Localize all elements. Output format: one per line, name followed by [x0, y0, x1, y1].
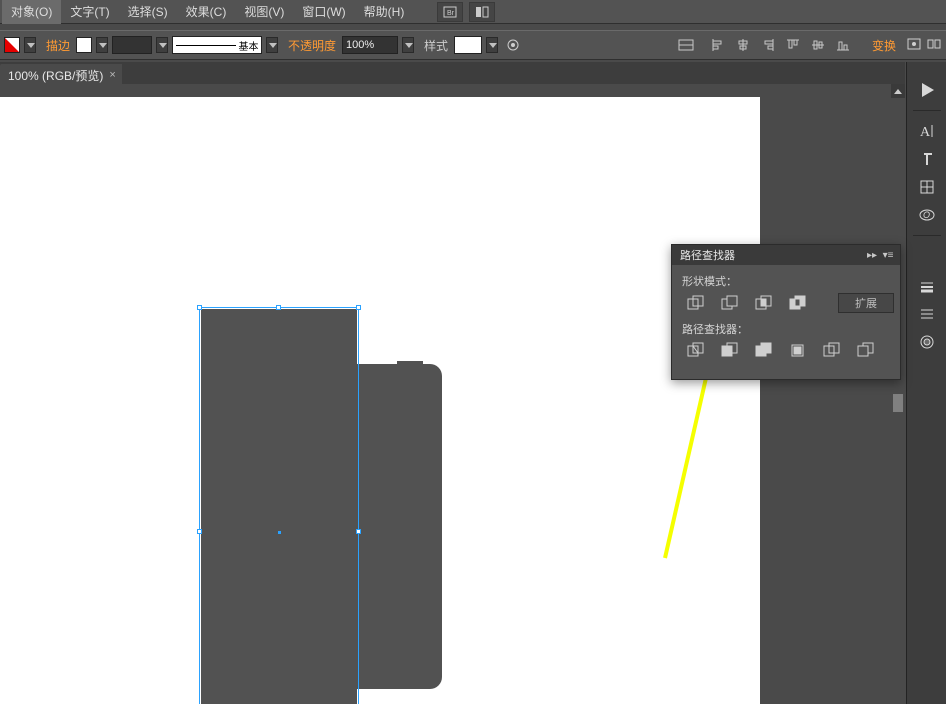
layers-icon[interactable]: [911, 300, 943, 328]
shape-back[interactable]: [357, 364, 442, 689]
document-tab-bar: 100% (RGB/预览) ×: [0, 62, 905, 84]
artboard[interactable]: [0, 97, 760, 704]
document-tab-label: 100% (RGB/预览): [8, 67, 103, 84]
outline-icon[interactable]: [822, 341, 842, 359]
separator: [913, 235, 941, 236]
brush-dropdown[interactable]: [266, 37, 278, 53]
arrange-svg: [475, 6, 489, 18]
menu-effect[interactable]: 效果(C): [177, 0, 236, 24]
pathfinder-label: 路径查找器：: [682, 321, 894, 337]
svg-text:Br: Br: [447, 10, 455, 17]
divide-icon[interactable]: [686, 341, 706, 359]
style-label: 样式: [418, 37, 450, 54]
bridge-icon[interactable]: Br: [437, 2, 463, 22]
align-right-icon[interactable]: [757, 35, 779, 55]
unite-icon[interactable]: [686, 294, 706, 312]
close-icon[interactable]: ×: [109, 69, 115, 81]
stroke-dropdown[interactable]: [96, 37, 108, 53]
extra-icon-1[interactable]: [906, 37, 922, 54]
opacity-value[interactable]: 100%: [342, 36, 398, 54]
stroke-weight[interactable]: [112, 36, 152, 54]
recolor-icon[interactable]: [502, 35, 524, 55]
canvas-viewport[interactable]: [0, 84, 905, 704]
align-top-icon[interactable]: [782, 35, 804, 55]
brush-line: [176, 45, 236, 46]
svg-text:O: O: [923, 210, 930, 220]
character-icon[interactable]: A: [911, 117, 943, 145]
panel-body: 形状模式： 扩展 路径查找器：: [672, 265, 900, 379]
menu-object[interactable]: 对象(O): [2, 0, 61, 24]
minus-front-icon[interactable]: [720, 294, 740, 312]
extra-icon-2[interactable]: [926, 37, 942, 54]
opentype-icon[interactable]: O: [911, 201, 943, 229]
expand-button[interactable]: 扩展: [838, 293, 894, 313]
align-vcenter-icon[interactable]: [807, 35, 829, 55]
align-icon[interactable]: [675, 35, 697, 55]
appearance-icon[interactable]: [911, 328, 943, 356]
menu-text[interactable]: 文字(T): [61, 0, 118, 24]
shape-front-selected[interactable]: [201, 309, 357, 704]
align-bottom-icon[interactable]: [832, 35, 854, 55]
fill-dropdown[interactable]: [24, 37, 36, 53]
menu-view[interactable]: 视图(V): [235, 0, 293, 24]
stroke-label: 描边: [40, 37, 72, 54]
menu-icon[interactable]: ▾≡: [880, 250, 896, 261]
style-dropdown[interactable]: [486, 37, 498, 53]
panel-header[interactable]: 路径查找器 ▸▸ ▾≡: [672, 245, 900, 265]
pathfinder-panel[interactable]: 路径查找器 ▸▸ ▾≡ 形状模式： 扩展 路径查找器：: [671, 244, 901, 380]
brushes-icon[interactable]: [911, 272, 943, 300]
document-tab[interactable]: 100% (RGB/预览) ×: [0, 64, 122, 84]
menu-bar: 对象(O) 文字(T) 选择(S) 效果(C) 视图(V) 窗口(W) 帮助(H…: [0, 0, 946, 24]
transform-button[interactable]: 变换: [866, 37, 902, 54]
scroll-up-icon[interactable]: [891, 84, 905, 98]
panel-title: 路径查找器: [680, 247, 735, 263]
trim-icon[interactable]: [720, 341, 740, 359]
collapse-icon[interactable]: ▸▸: [864, 250, 880, 261]
stroke-weight-dropdown[interactable]: [156, 37, 168, 53]
align-left-icon[interactable]: [707, 35, 729, 55]
glyphs-icon[interactable]: [911, 173, 943, 201]
crop-icon[interactable]: [788, 341, 808, 359]
paragraph-icon[interactable]: [911, 145, 943, 173]
play-icon[interactable]: [911, 76, 943, 104]
shape-mode-row: 扩展: [686, 293, 894, 313]
scroll-thumb[interactable]: [893, 394, 903, 412]
intersect-icon[interactable]: [754, 294, 774, 312]
fill-swatch[interactable]: [4, 37, 20, 53]
separator: [913, 110, 941, 111]
minus-back-icon[interactable]: [856, 341, 876, 359]
exclude-icon[interactable]: [788, 294, 808, 312]
stroke-swatch[interactable]: [76, 37, 92, 53]
recolor-svg: [505, 37, 521, 53]
vertical-scrollbar[interactable]: [891, 84, 905, 704]
options-bar: 描边 基本 不透明度 100% 样式 变换: [0, 30, 946, 60]
menu-help[interactable]: 帮助(H): [355, 0, 414, 24]
svg-text:A: A: [920, 125, 931, 140]
style-swatch[interactable]: [454, 36, 482, 54]
pathfinder-row: [686, 341, 894, 359]
shape-mode-label: 形状模式：: [682, 273, 894, 289]
merge-icon[interactable]: [754, 341, 774, 359]
menu-window[interactable]: 窗口(W): [293, 0, 354, 24]
right-panel-strip: A O: [906, 62, 946, 704]
brush-selector[interactable]: 基本: [172, 36, 262, 54]
opacity-label: 不透明度: [282, 37, 338, 54]
brush-tag: 基本: [239, 38, 259, 53]
align-set-1: [675, 35, 697, 55]
menu-select[interactable]: 选择(S): [119, 0, 177, 24]
bridge-svg: Br: [443, 6, 457, 18]
align-set-2: [707, 35, 854, 55]
opacity-dropdown[interactable]: [402, 37, 414, 53]
arrange-doc-icon[interactable]: [469, 2, 495, 22]
align-hcenter-icon[interactable]: [732, 35, 754, 55]
